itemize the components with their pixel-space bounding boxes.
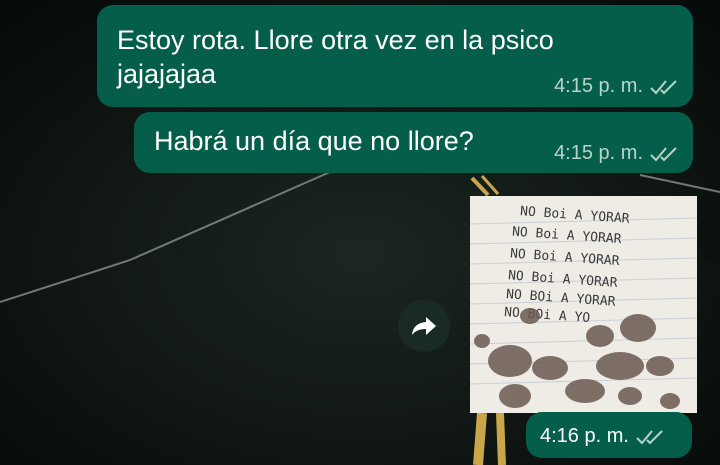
message-text: Estoy rota. Llore otra vez en la psico xyxy=(117,25,554,55)
image-message[interactable]: NO Boi A YORAR NO Boi A YORAR NO Boi A Y… xyxy=(470,196,697,413)
message-time: 4:15 p. m. xyxy=(554,142,643,164)
forward-arrow-icon xyxy=(412,317,436,335)
message-meta: 4:16 p. m. xyxy=(540,425,665,448)
message-bubble-outgoing[interactable]: Estoy rota. Llore otra vez en la psico j… xyxy=(97,5,693,107)
double-check-icon xyxy=(650,146,677,161)
message-meta: 4:15 p. m. xyxy=(554,142,679,165)
message-bubble-outgoing[interactable]: Habrá un día que no llore? 4:15 p. m. xyxy=(134,112,693,173)
message-text: jajajajaa xyxy=(117,59,217,89)
message-meta: 4:15 p. m. xyxy=(554,75,679,98)
forward-button[interactable] xyxy=(398,300,450,352)
image-message-meta: 4:16 p. m. xyxy=(526,412,692,458)
double-check-icon xyxy=(650,79,677,94)
handwritten-note-photo: NO Boi A YORAR NO Boi A YORAR NO Boi A Y… xyxy=(470,196,697,413)
message-time: 4:16 p. m. xyxy=(540,425,629,447)
message-time: 4:15 p. m. xyxy=(554,75,643,97)
double-check-icon xyxy=(636,429,663,444)
message-text: Habrá un día que no llore? xyxy=(154,126,474,156)
